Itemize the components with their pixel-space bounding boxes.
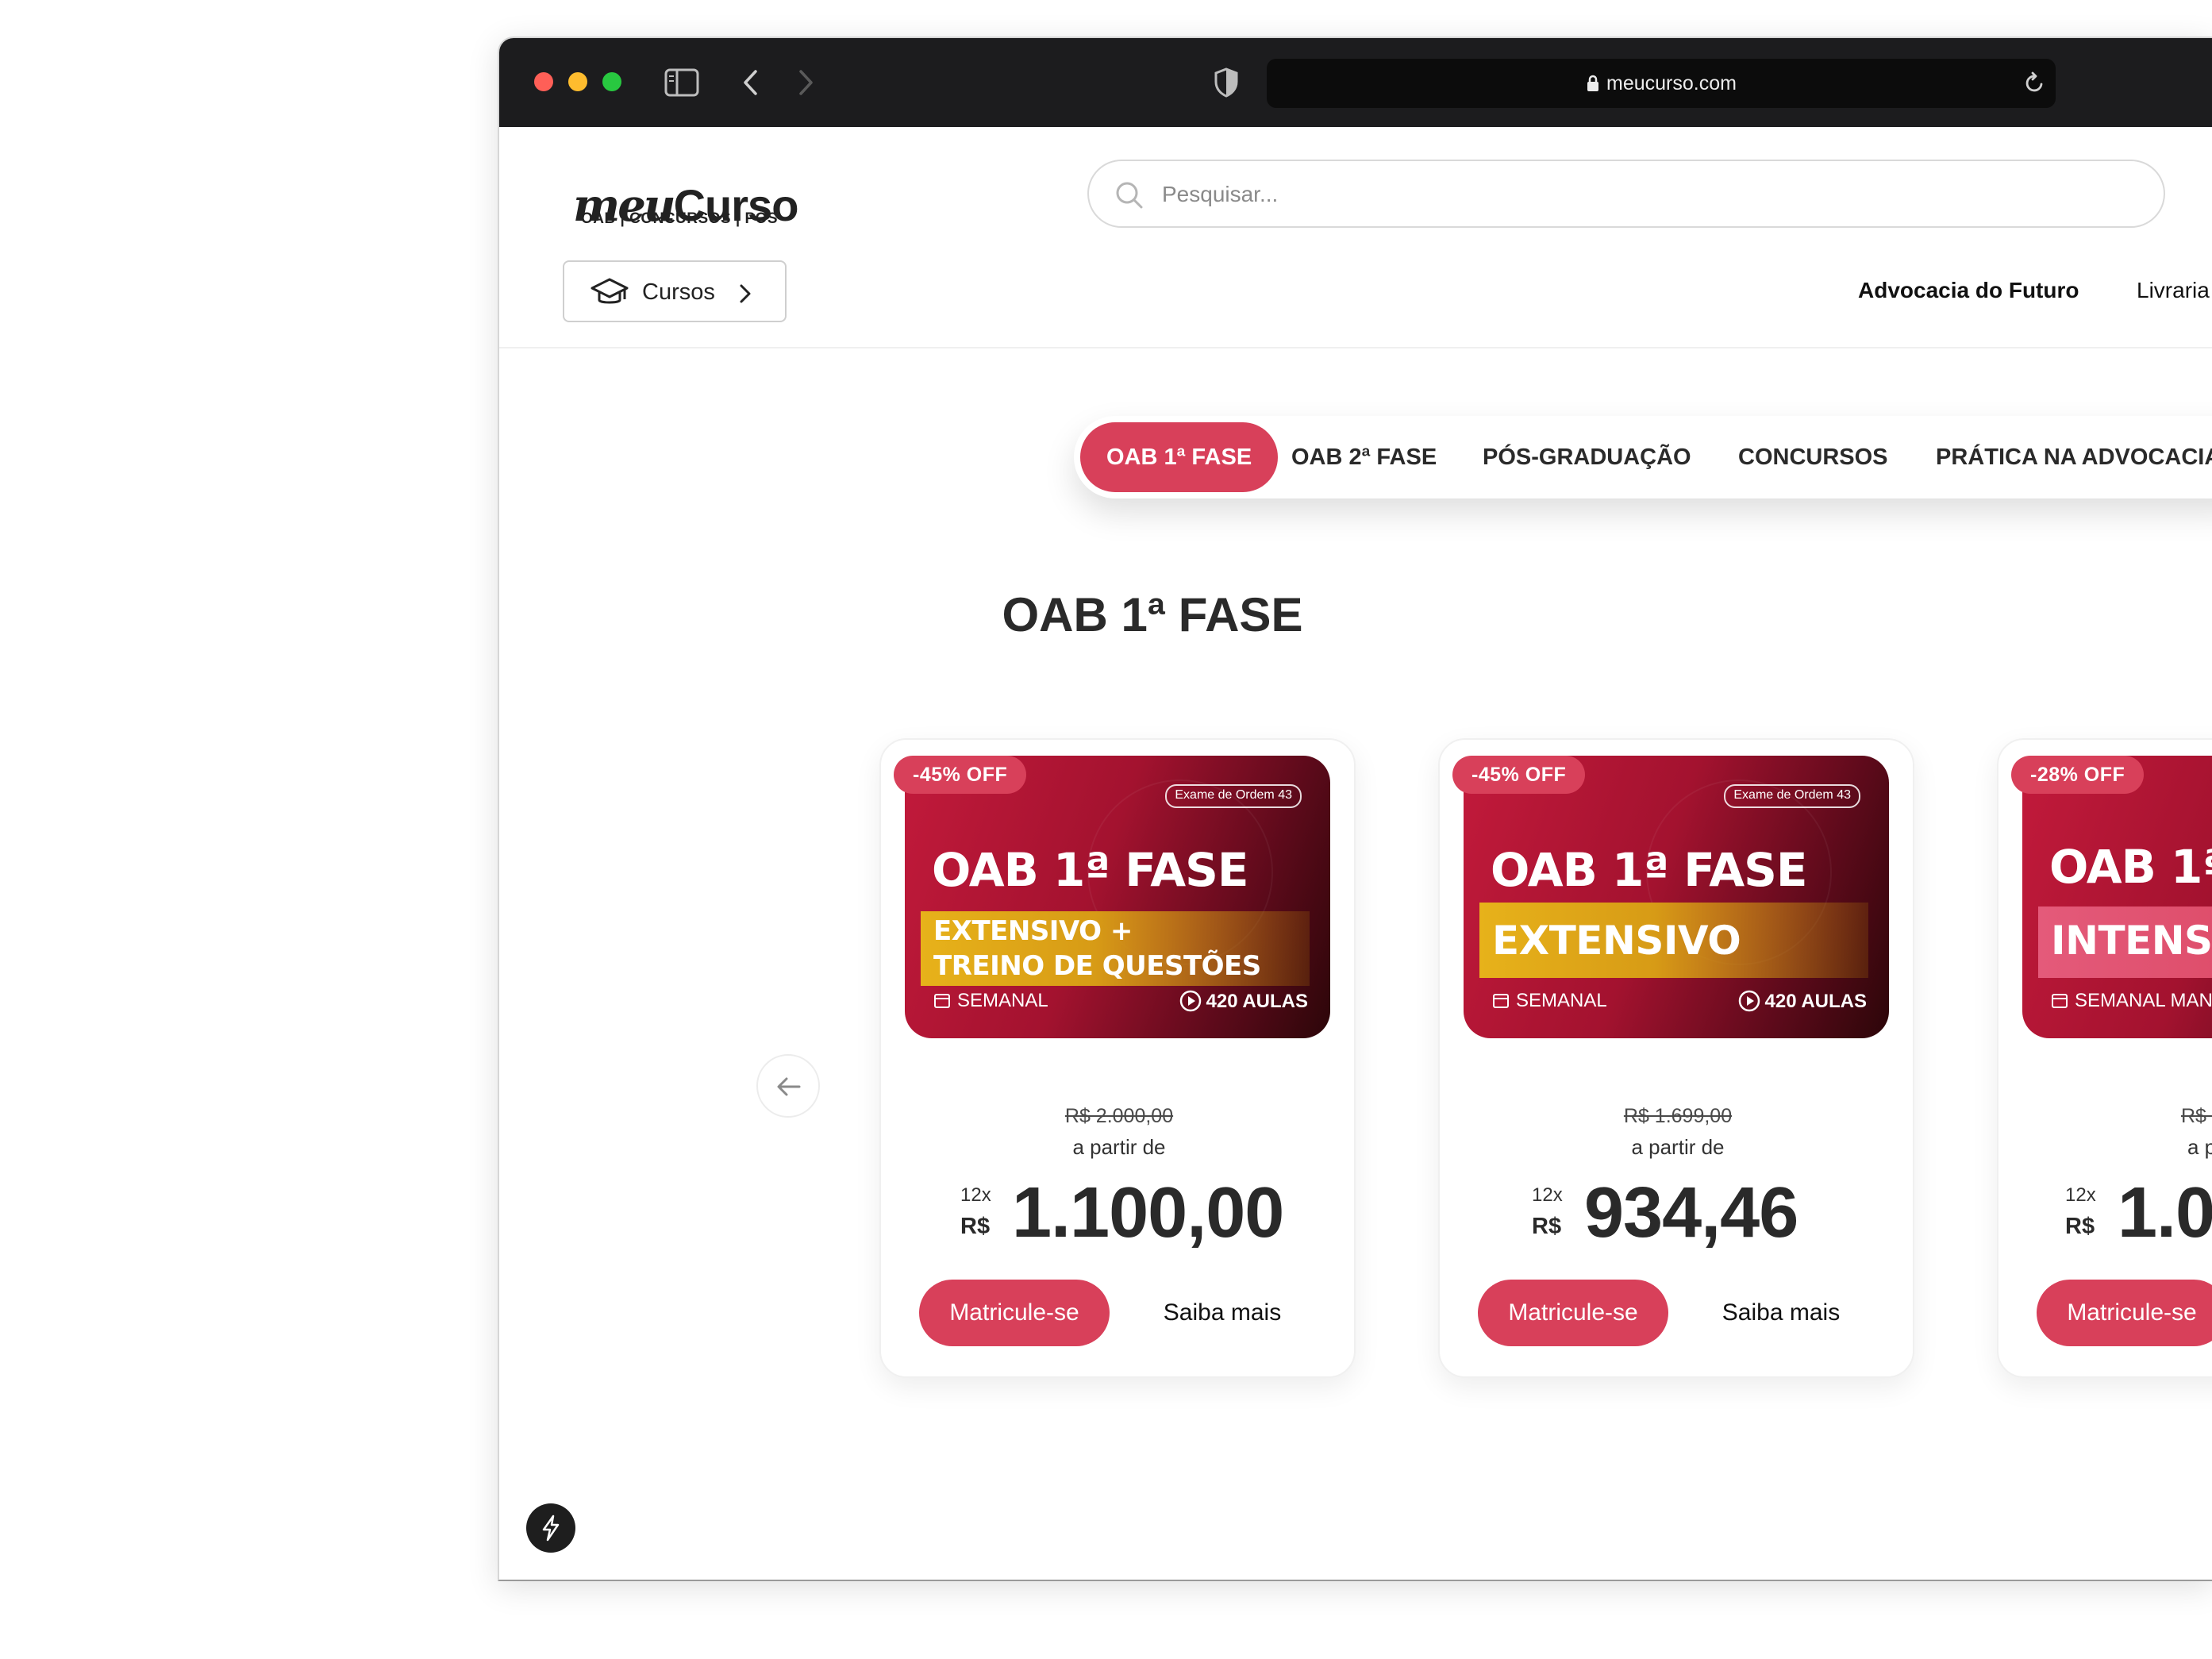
carousel-prev-button[interactable] bbox=[756, 1054, 820, 1118]
course-card: -28% OFF OAB 1ª F INTENSIV SEMANAL MAN R… bbox=[1997, 738, 2212, 1378]
header-divider bbox=[499, 347, 2212, 348]
from-label: a partir de bbox=[1072, 1135, 1166, 1159]
course-banner[interactable]: Exame de Ordem 43 OAB 1ª FASE EXTENSIVO … bbox=[1464, 756, 1889, 1038]
price: 934,46 bbox=[1584, 1173, 1798, 1253]
category-tabs: OAB 1ª FASE OAB 2ª FASE PÓS-GRADUAÇÃO CO… bbox=[1074, 416, 2212, 498]
privacy-shield-icon[interactable] bbox=[1213, 67, 1240, 98]
lock-icon bbox=[1587, 75, 1599, 91]
tab-oab-1-fase[interactable]: OAB 1ª FASE bbox=[1080, 422, 1279, 492]
url-display: meucurso.com bbox=[1267, 72, 2056, 95]
banner-title: OAB 1ª F bbox=[2049, 840, 2212, 894]
course-card: -45% OFF Exame de Ordem 43 OAB 1ª FASE E… bbox=[1438, 738, 1914, 1378]
course-card: -45% OFF Exame de Ordem 43 OAB 1ª FASE E… bbox=[879, 738, 1356, 1378]
enroll-button[interactable]: Matricule-se bbox=[919, 1280, 1110, 1346]
search-icon bbox=[1116, 182, 1143, 209]
schedule-text: SEMANAL MAN bbox=[2075, 990, 2212, 1011]
graduation-cap-icon bbox=[591, 278, 629, 304]
from-label: a p bbox=[2187, 1135, 2212, 1159]
tab-pos-graduacao[interactable]: PÓS-GRADUAÇÃO bbox=[1483, 422, 1691, 492]
course-banner[interactable]: Exame de Ordem 43 OAB 1ª FASE EXTENSIVO … bbox=[905, 756, 1330, 1038]
cursos-menu-button[interactable]: Cursos bbox=[563, 260, 787, 322]
play-circle-icon bbox=[1738, 990, 1760, 1012]
price: 1.0 bbox=[2118, 1173, 2212, 1253]
nav-livraria[interactable]: Livraria bbox=[2137, 278, 2210, 303]
section-title: OAB 1ª FASE bbox=[1002, 588, 1303, 641]
search-input[interactable] bbox=[1160, 175, 2116, 214]
currency: R$ bbox=[1532, 1214, 1562, 1239]
schedule-text: SEMANAL bbox=[957, 990, 1048, 1011]
forward-arrow-icon[interactable] bbox=[796, 68, 815, 97]
from-label: a partir de bbox=[1631, 1135, 1725, 1159]
enroll-button[interactable]: Matricule-se bbox=[1478, 1280, 1668, 1346]
browser-window: meucurso.com meuCurso OAB | CONCURSOS | … bbox=[498, 37, 2212, 1581]
logo-tagline: OAB | CONCURSOS | PÓS bbox=[581, 210, 779, 227]
maximize-window-button[interactable] bbox=[602, 72, 621, 91]
nav-advocacia-do-futuro[interactable]: Advocacia do Futuro bbox=[1858, 278, 2079, 303]
reload-icon[interactable] bbox=[2024, 71, 2046, 95]
sidebar-toggle-icon[interactable] bbox=[664, 68, 699, 97]
old-price: R$ 1 bbox=[2181, 1105, 2212, 1127]
banner-subtitle-line1: INTENSIV bbox=[2051, 918, 2212, 964]
currency: R$ bbox=[2065, 1214, 2095, 1239]
aulas-text: 420 AULAS bbox=[1764, 991, 1867, 1012]
schedule-text: SEMANAL bbox=[1516, 990, 1607, 1011]
banner-schedule: SEMANAL bbox=[933, 990, 1048, 1012]
url-text: meucurso.com bbox=[1606, 72, 1737, 94]
tab-concursos[interactable]: CONCURSOS bbox=[1738, 422, 1888, 492]
installments: 12x bbox=[2065, 1184, 2096, 1206]
banner-subtitle-line2: TREINO DE QUESTÕES bbox=[933, 950, 1261, 982]
discount-badge: -45% OFF bbox=[894, 756, 1027, 794]
minimize-window-button[interactable] bbox=[568, 72, 587, 91]
banner-subtitle-line1: EXTENSIVO bbox=[1492, 918, 1741, 964]
banner-subtitle-line1: EXTENSIVO + bbox=[933, 915, 1133, 947]
calendar-icon bbox=[1493, 994, 1509, 1008]
quick-action-button[interactable] bbox=[526, 1503, 575, 1553]
play-circle-icon bbox=[1179, 990, 1201, 1012]
course-banner[interactable]: OAB 1ª F INTENSIV SEMANAL MAN bbox=[2022, 756, 2212, 1038]
arrow-left-icon bbox=[777, 1077, 801, 1096]
banner-schedule: SEMANAL bbox=[1492, 990, 1607, 1012]
browser-toolbar: meucurso.com bbox=[499, 38, 2212, 127]
cursos-label: Cursos bbox=[642, 279, 715, 305]
exame-tag: Exame de Ordem 43 bbox=[1724, 784, 1860, 808]
banner-title: OAB 1ª FASE bbox=[1491, 843, 1808, 897]
learn-more-button[interactable]: Saiba mais bbox=[1135, 1280, 1310, 1346]
old-price: R$ 1.699,00 bbox=[1623, 1105, 1733, 1127]
installments: 12x bbox=[960, 1184, 991, 1206]
installments: 12x bbox=[1532, 1184, 1563, 1206]
exame-tag: Exame de Ordem 43 bbox=[1165, 784, 1302, 808]
old-price: R$ 2.000,00 bbox=[1064, 1105, 1174, 1127]
price: 1.100,00 bbox=[1012, 1173, 1284, 1253]
chevron-right-icon bbox=[740, 284, 751, 303]
lightning-icon bbox=[542, 1515, 560, 1542]
currency: R$ bbox=[960, 1214, 991, 1239]
address-bar[interactable]: meucurso.com bbox=[1267, 59, 2056, 108]
learn-more-button[interactable]: Saiba mais bbox=[1694, 1280, 1868, 1346]
banner-aulas: 420 AULAS bbox=[1738, 990, 1867, 1013]
banner-title: OAB 1ª FASE bbox=[932, 843, 1249, 897]
close-window-button[interactable] bbox=[534, 72, 553, 91]
discount-badge: -45% OFF bbox=[1452, 756, 1586, 794]
tab-oab-2-fase[interactable]: OAB 2ª FASE bbox=[1291, 422, 1437, 492]
back-arrow-icon[interactable] bbox=[741, 68, 760, 97]
tab-pratica-na-advocacia[interactable]: PRÁTICA NA ADVOCACIA bbox=[1936, 422, 2212, 492]
discount-badge: -28% OFF bbox=[2011, 756, 2145, 794]
banner-schedule: SEMANAL MAN bbox=[2051, 990, 2212, 1012]
enroll-button[interactable]: Matricule-se bbox=[2037, 1280, 2212, 1346]
aulas-text: 420 AULAS bbox=[1206, 991, 1308, 1012]
banner-aulas: 420 AULAS bbox=[1179, 990, 1308, 1013]
calendar-icon bbox=[2052, 994, 2068, 1008]
calendar-icon bbox=[934, 994, 950, 1008]
search-box[interactable] bbox=[1087, 160, 2165, 228]
